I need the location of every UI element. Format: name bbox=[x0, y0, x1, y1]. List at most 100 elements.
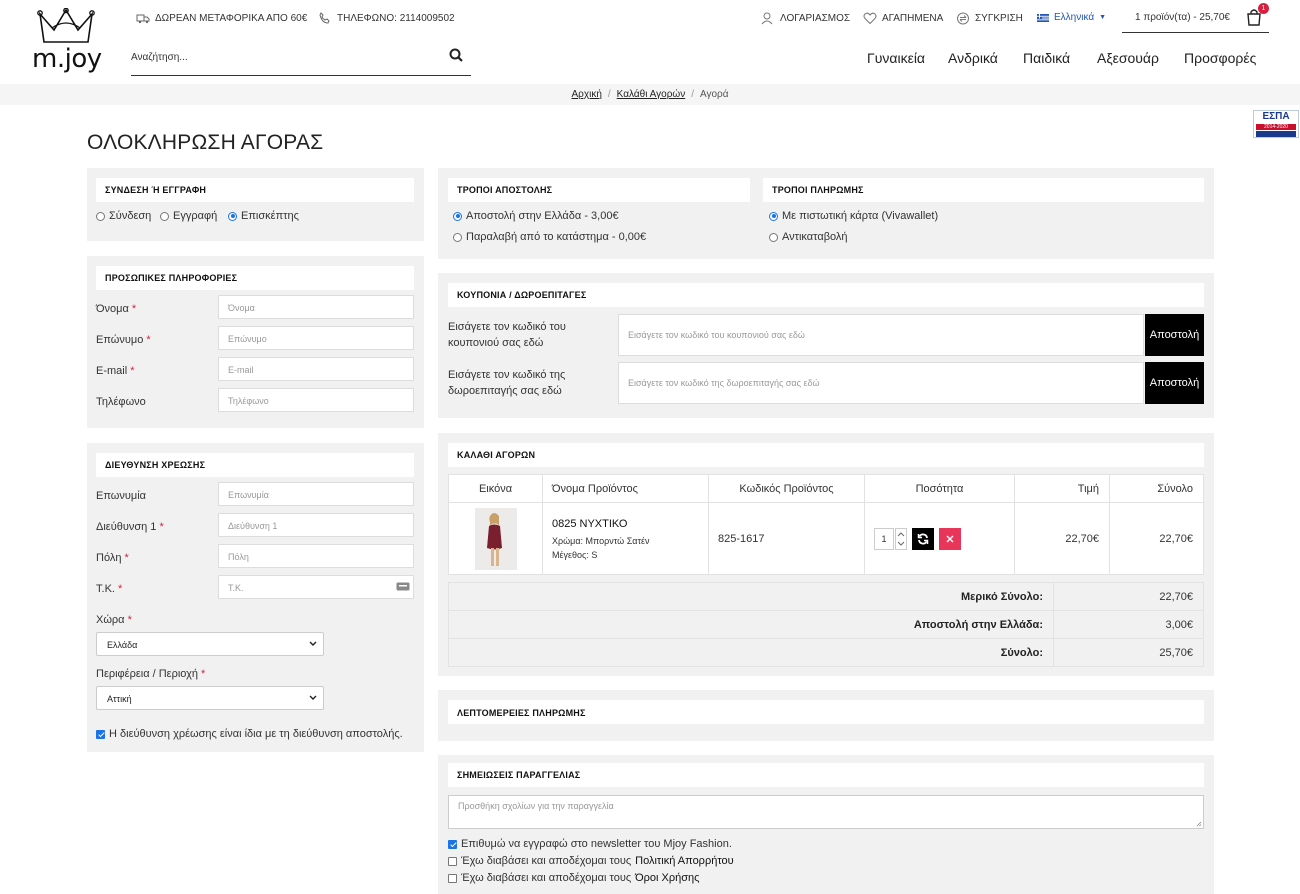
radio-dot[interactable] bbox=[228, 211, 237, 221]
quantity-stepper[interactable] bbox=[895, 528, 907, 550]
checkbox-box[interactable] bbox=[448, 856, 457, 866]
payment-details-panel: ΛΕΠΤΟΜΕΡΕΙΕΣ ΠΛΗΡΩΜΗΣ bbox=[438, 690, 1214, 741]
terms-link[interactable]: Όροι Χρήσης bbox=[635, 872, 699, 884]
product-price: 22,70€ bbox=[1014, 502, 1110, 575]
product-name[interactable]: 0825 ΝΥΧΤΙΚΟ bbox=[552, 518, 708, 530]
search-bar bbox=[131, 42, 471, 76]
nav-offers[interactable]: Προσφορές bbox=[1184, 50, 1256, 66]
checkbox-label: Έχω διαβάσει και αποδέχομαι τους bbox=[461, 855, 632, 867]
payment-details-title: ΛΕΠΤΟΜΕΡΕΙΕΣ ΠΛΗΡΩΜΗΣ bbox=[448, 700, 1204, 724]
phone-label: Τηλέφωνο bbox=[96, 396, 146, 408]
voucher-submit-button[interactable]: Αποστολή bbox=[1145, 362, 1204, 404]
chevron-down-icon: ▼ bbox=[1099, 14, 1107, 21]
greek-flag-icon bbox=[1037, 13, 1049, 22]
remove-item-button[interactable] bbox=[939, 528, 961, 550]
espa-logo[interactable]: ΕΣΠΑ 2014-2020 bbox=[1253, 110, 1299, 138]
shipping-payment-panel: ΤΡΟΠΟΙ ΑΠΟΣΤΟΛΗΣ Αποστολή στην Ελλάδα - … bbox=[438, 168, 1214, 259]
product-image-cell bbox=[448, 502, 543, 575]
radio-shipping-greece[interactable]: Αποστολή στην Ελλάδα - 3,00€ bbox=[453, 210, 619, 222]
breadcrumb: Αρχική / Καλάθι Αγορών / Αγορά bbox=[0, 84, 1300, 105]
quantity-input[interactable]: 1 bbox=[874, 528, 894, 550]
language-label: Ελληνικά bbox=[1054, 12, 1095, 23]
radio-label: Επισκέπτης bbox=[241, 210, 299, 222]
cart-table: Εικόνα Όνομα Προϊόντος Κωδικός Προϊόντος… bbox=[448, 474, 1204, 575]
shipping-row: Αποστολή στην Ελλάδα: 3,00€ bbox=[448, 610, 1204, 639]
breadcrumb-cart[interactable]: Καλάθι Αγορών bbox=[617, 89, 686, 100]
nav-kids[interactable]: Παιδικά bbox=[1023, 50, 1070, 66]
radio-dot[interactable] bbox=[453, 211, 462, 221]
espa-logo-period: 2014-2020 bbox=[1256, 124, 1296, 130]
phone-info: ΤΗΛΕΦΩΝΟ: 2114009502 bbox=[318, 12, 455, 24]
product-total: 22,70€ bbox=[1109, 502, 1204, 575]
phone-text: ΤΗΛΕΦΩΝΟ: 2114009502 bbox=[337, 12, 455, 24]
free-shipping-text: ΔΩΡΕΑΝ ΜΕΤΑΦΟΡΙΚΑ ΑΠΟ 60€ bbox=[155, 12, 308, 24]
user-icon bbox=[761, 12, 773, 25]
resize-handle-icon[interactable] bbox=[1196, 821, 1202, 827]
breadcrumb-home[interactable]: Αρχική bbox=[572, 89, 602, 100]
search-icon[interactable] bbox=[449, 48, 463, 62]
product-image[interactable] bbox=[475, 508, 517, 570]
radio-guest[interactable]: Επισκέπτης bbox=[228, 210, 299, 222]
order-notes-textarea[interactable]: Προσθήκη σχολίων για την παραγγελία bbox=[448, 795, 1204, 829]
compare-label: ΣΥΓΚΡΙΣΗ bbox=[975, 13, 1023, 24]
email-field[interactable]: E-mail bbox=[218, 357, 414, 381]
checkbox-box[interactable] bbox=[448, 873, 457, 883]
coupon-input[interactable]: Εισάγετε τον κωδικό του κουπονιού σας εδ… bbox=[618, 314, 1144, 356]
last-name-field[interactable]: Επώνυμο bbox=[218, 326, 414, 350]
newsletter-checkbox[interactable]: Επιθυμώ να εγγραφώ στο newsletter του Mj… bbox=[448, 838, 732, 850]
nav-accessories[interactable]: Αξεσουάρ bbox=[1097, 50, 1159, 66]
company-field[interactable]: Επωνυμία bbox=[218, 482, 414, 506]
radio-dot[interactable] bbox=[96, 211, 105, 221]
account-label: ΛΟΓΑΡΙΑΣΜΟΣ bbox=[780, 13, 851, 24]
checkbox-label: Έχω διαβάσει και αποδέχομαι τους bbox=[461, 872, 632, 884]
espa-logo-title: ΕΣΠΑ bbox=[1262, 111, 1290, 122]
shipping-cost-value: 3,00€ bbox=[1053, 610, 1204, 639]
checkbox-box[interactable] bbox=[96, 729, 105, 739]
same-address-checkbox[interactable]: Η διεύθυνση χρέωσης είναι ίδια με τη διε… bbox=[96, 728, 403, 740]
radio-register[interactable]: Εγγραφή bbox=[160, 210, 217, 222]
radio-store-pickup[interactable]: Παραλαβή από το κατάστημα - 0,00€ bbox=[453, 231, 646, 243]
city-label: Πόλη * bbox=[96, 552, 129, 564]
compare-link[interactable]: ΣΥΓΚΡΙΣΗ bbox=[956, 12, 1023, 25]
city-field[interactable]: Πόλη bbox=[218, 544, 414, 568]
terms-checkbox[interactable]: Έχω διαβάσει και αποδέχομαι τους Όροι Χρ… bbox=[448, 872, 699, 884]
coupons-panel: ΚΟΥΠΟΝΙΑ / ΔΩΡΟΕΠΙΤΑΓΕΣ Εισάγετε τον κωδ… bbox=[438, 273, 1214, 418]
radio-dot[interactable] bbox=[769, 232, 778, 242]
account-link[interactable]: ΛΟΓΑΡΙΑΣΜΟΣ bbox=[761, 12, 850, 25]
search-input[interactable] bbox=[131, 42, 431, 72]
quantity-cell: 1 bbox=[864, 502, 1015, 575]
radio-card-vivawallet[interactable]: Με πιστωτική κάρτα (Vivawallet) bbox=[769, 210, 938, 222]
region-value: Αττική bbox=[107, 694, 132, 704]
address-field[interactable]: Διεύθυνση 1 bbox=[218, 513, 414, 537]
region-label: Περιφέρεια / Περιοχή * bbox=[96, 668, 206, 680]
region-select[interactable]: Αττική bbox=[96, 686, 324, 710]
nav-women[interactable]: Γυναικεία bbox=[867, 50, 925, 66]
language-select[interactable]: Ελληνικά ▼ bbox=[1037, 12, 1106, 23]
product-name-cell: 0825 ΝΥΧΤΙΚΟ Χρώμα: Μπορντώ Σατέν Μέγεθο… bbox=[542, 502, 709, 575]
radio-cash-on-delivery[interactable]: Αντικαταβολή bbox=[769, 231, 848, 243]
phone-field[interactable]: Τηλέφωνο bbox=[218, 388, 414, 412]
country-select[interactable]: Ελλάδα bbox=[96, 632, 324, 656]
first-name-field[interactable]: Όνομα bbox=[218, 295, 414, 319]
radio-login[interactable]: Σύνδεση bbox=[96, 210, 151, 222]
radio-dot[interactable] bbox=[160, 211, 169, 221]
coupon-submit-button[interactable]: Αποστολή bbox=[1145, 314, 1204, 356]
postcode-field[interactable]: Τ.Κ. bbox=[218, 575, 414, 599]
logo-text: m.joy bbox=[32, 44, 102, 74]
compare-icon bbox=[957, 12, 969, 25]
voucher-input[interactable]: Εισάγετε τον κωδικό της δωροεπιταγής σας… bbox=[618, 362, 1144, 404]
favorites-link[interactable]: ΑΓΑΠΗΜΕΝΑ bbox=[863, 12, 943, 25]
checkbox-box[interactable] bbox=[448, 839, 457, 849]
postcode-label: Τ.Κ. * bbox=[96, 583, 123, 595]
privacy-policy-link[interactable]: Πολιτική Απορρήτου bbox=[635, 855, 734, 867]
shipping-title: ΤΡΟΠΟΙ ΑΠΟΣΤΟΛΗΣ bbox=[448, 178, 750, 202]
privacy-checkbox[interactable]: Έχω διαβάσει και αποδέχομαι τους Πολιτικ… bbox=[448, 855, 734, 867]
email-label: E-mail * bbox=[96, 365, 135, 377]
coupon-label: Εισάγετε τον κωδικό του κουπονιού σας εδ… bbox=[448, 321, 566, 349]
radio-dot[interactable] bbox=[769, 211, 778, 221]
update-quantity-button[interactable] bbox=[912, 528, 934, 550]
nav-men[interactable]: Ανδρικά bbox=[948, 50, 998, 66]
country-label: Χώρα * bbox=[96, 614, 132, 626]
radio-dot[interactable] bbox=[453, 232, 462, 242]
breadcrumb-separator: / bbox=[607, 89, 611, 100]
